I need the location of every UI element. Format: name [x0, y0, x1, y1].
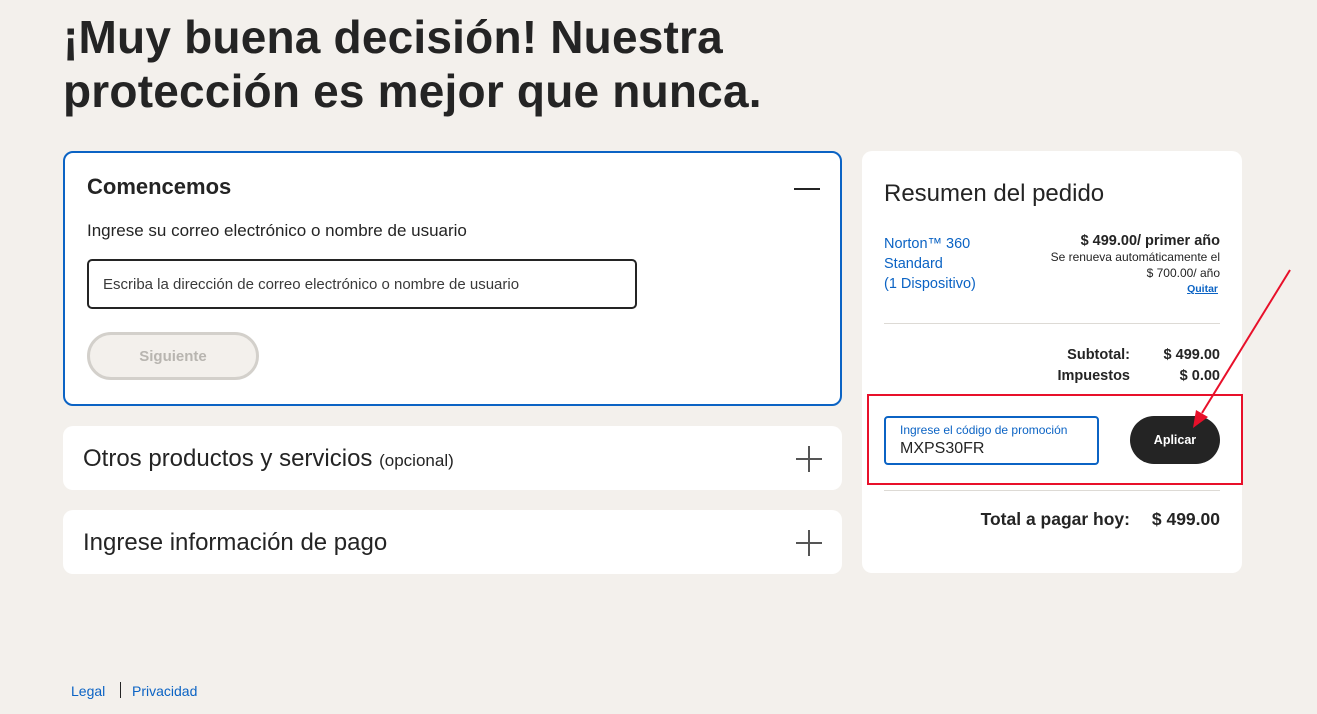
- start-section: Comencemos Ingrese su correo electrónico…: [63, 151, 842, 406]
- page-headline: ¡Muy buena decisión! Nuestra protección …: [63, 11, 762, 117]
- product-name-line3: (1 Dispositivo): [884, 276, 976, 292]
- email-prompt: Ingrese su correo electrónico o nombre d…: [87, 221, 467, 240]
- renewal-note: Se renueva automáticamente el: [1050, 250, 1220, 264]
- taxes-value: $ 0.00: [1179, 368, 1220, 384]
- minus-icon[interactable]: [794, 188, 820, 190]
- product-name-line2: Standard: [884, 256, 943, 272]
- plus-icon[interactable]: [796, 446, 822, 472]
- start-section-title: Comencemos: [87, 174, 232, 199]
- summary-title: Resumen del pedido: [884, 180, 1105, 207]
- legal-link[interactable]: Legal: [71, 683, 105, 699]
- summary-divider: [884, 490, 1220, 491]
- payment-title: Ingrese información de pago: [83, 529, 388, 556]
- other-products-section[interactable]: Otros productos y servicios (opcional): [63, 426, 842, 490]
- next-button[interactable]: Siguiente: [87, 332, 259, 380]
- total-value: $ 499.00: [1151, 509, 1220, 529]
- taxes-label: Impuestos: [1057, 368, 1130, 384]
- order-summary: Resumen del pedido Norton™ 360 Standard …: [862, 151, 1242, 573]
- annotation-highlight-box: [867, 394, 1243, 485]
- payment-section[interactable]: Ingrese información de pago: [63, 510, 842, 574]
- summary-divider: [884, 323, 1220, 324]
- renewal-price: $ 700.00/ año: [1146, 266, 1220, 280]
- total-label: Total a pagar hoy:: [980, 509, 1130, 529]
- subtotal-value: $ 499.00: [1163, 347, 1220, 363]
- remove-product-link[interactable]: Quitar: [1187, 283, 1218, 295]
- plus-icon[interactable]: [796, 530, 822, 556]
- privacy-link[interactable]: Privacidad: [132, 683, 197, 699]
- footer-separator: [120, 682, 121, 698]
- other-products-title: Otros productos y servicios: [83, 445, 373, 472]
- product-price: $ 499.00/ primer año: [1080, 233, 1220, 249]
- optional-label: (opcional): [379, 451, 454, 470]
- product-link[interactable]: Norton™ 360 Standard (1 Dispositivo): [884, 234, 976, 294]
- email-field[interactable]: [87, 259, 637, 309]
- product-name-line1: Norton™ 360: [884, 236, 971, 252]
- subtotal-label: Subtotal:: [1067, 347, 1130, 363]
